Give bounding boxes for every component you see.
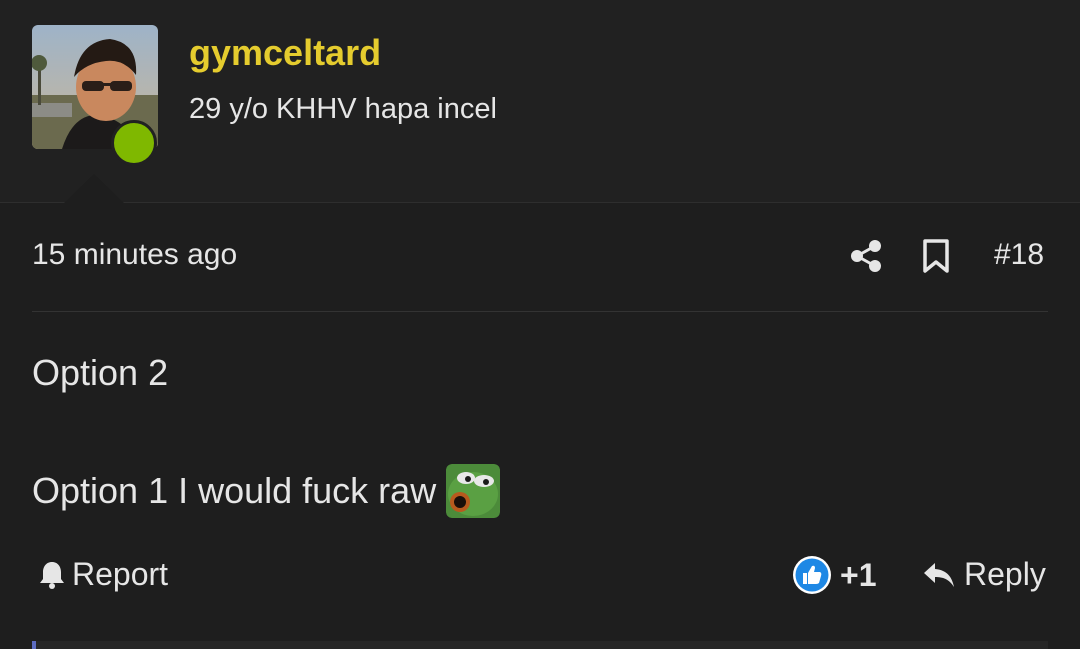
meta-divider — [32, 311, 1048, 312]
reply-label: Reply — [964, 556, 1046, 592]
user-pointer-arrow — [64, 174, 124, 203]
username[interactable]: gymceltard — [189, 32, 381, 74]
header-divider — [0, 202, 1080, 203]
bookmark-icon[interactable] — [921, 238, 951, 274]
online-status-indicator — [111, 120, 157, 166]
message-line: Option 2 — [32, 352, 169, 393]
bell-icon — [40, 561, 64, 589]
next-post-edge — [32, 641, 1048, 649]
pepe-frog-emoji — [446, 464, 501, 518]
thumbs-up-icon[interactable] — [792, 555, 832, 595]
report-label: Report — [72, 556, 169, 592]
post-timestamp[interactable]: 15 minutes ago — [32, 238, 237, 272]
like-count[interactable]: +1 — [840, 557, 876, 594]
user-header — [0, 0, 1080, 203]
reply-button[interactable]: Reply — [922, 556, 1046, 593]
message-line: Option 1 I would fuck raw — [32, 464, 501, 518]
post-number-link[interactable]: #18 — [994, 238, 1044, 272]
share-icon[interactable] — [849, 239, 883, 273]
reply-arrow-icon — [924, 562, 954, 587]
message-line-text: Option 1 I would fuck raw — [32, 470, 437, 511]
user-title: 29 y/o KHHV hapa incel — [189, 93, 497, 125]
report-button[interactable]: Report — [38, 556, 168, 593]
next-post-accent — [32, 641, 36, 649]
